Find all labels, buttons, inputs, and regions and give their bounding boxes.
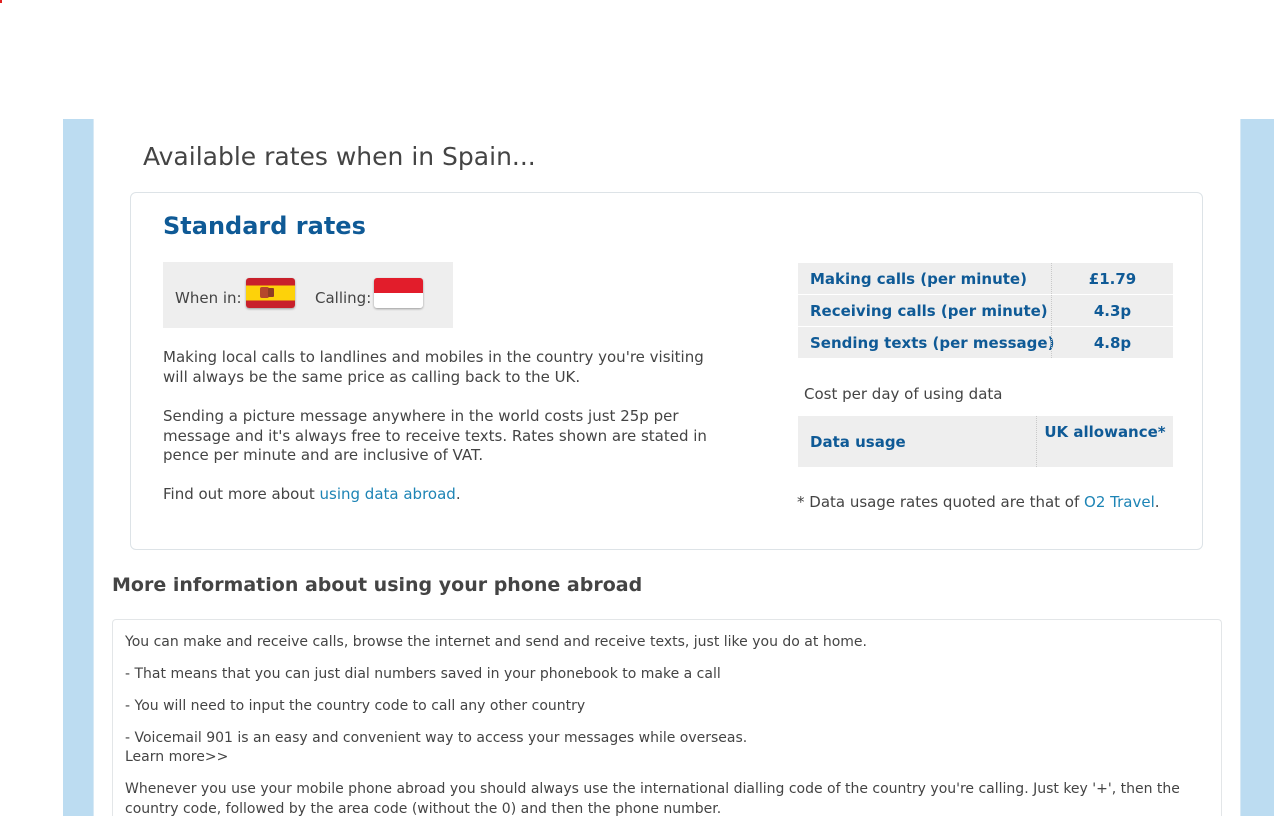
using-data-abroad-link[interactable]: using data abroad <box>320 485 456 503</box>
more-info-bullet-country-code: - You will need to input the country cod… <box>125 698 586 714</box>
calling-label: Calling: <box>315 289 372 307</box>
more-info-intro: You can make and receive calls, browse t… <box>125 634 867 650</box>
data-usage-value: UK allowance* <box>1036 416 1173 467</box>
more-info-bullet-voicemail: - Voicemail 901 is an easy and convenien… <box>125 730 748 746</box>
rate-label: Sending texts (per message) <box>810 334 1055 352</box>
standard-rates-heading: Standard rates <box>163 212 366 240</box>
learn-more-link[interactable]: Learn more>> <box>125 749 228 765</box>
picture-message-text: Sending a picture message anywhere in th… <box>163 407 707 464</box>
more-info-dialling-text: Whenever you use your mobile phone abroa… <box>125 781 1180 816</box>
data-abroad-prefix: Find out more about <box>163 485 320 503</box>
footnote-prefix: * Data usage rates quoted are that of <box>797 493 1085 511</box>
data-abroad-suffix: . <box>455 485 461 503</box>
data-abroad-text: Find out more about using data abroad. <box>163 485 723 505</box>
corner-marker <box>0 0 2 3</box>
local-calls-text: Making local calls to landlines and mobi… <box>163 348 704 386</box>
rate-value: 4.3p <box>1051 295 1173 326</box>
data-usage-label: Data usage <box>810 433 906 451</box>
o2-travel-link[interactable]: O2 Travel <box>1084 493 1155 511</box>
spain-flag-icon[interactable] <box>246 278 295 308</box>
rate-value: 4.8p <box>1051 327 1173 358</box>
left-rail <box>63 119 94 816</box>
page-title: Available rates when in Spain... <box>143 142 536 171</box>
data-usage-footnote: * Data usage rates quoted are that of O2… <box>797 493 1160 511</box>
data-cost-caption: Cost per day of using data <box>804 385 1003 403</box>
rate-row-sending-texts: Sending texts (per message) 4.8p <box>798 327 1173 358</box>
data-usage-row: Data usage UK allowance* <box>798 416 1173 467</box>
indonesia-flag-icon[interactable] <box>374 278 423 308</box>
rate-label: Making calls (per minute) <box>810 270 1027 288</box>
right-rail <box>1240 119 1274 816</box>
rate-value: £1.79 <box>1051 263 1173 294</box>
rate-row-making-calls: Making calls (per minute) £1.79 <box>798 263 1173 294</box>
rate-label: Receiving calls (per minute) <box>810 302 1048 320</box>
rate-row-receiving-calls: Receiving calls (per minute) 4.3p <box>798 295 1173 326</box>
more-info-heading: More information about using your phone … <box>112 574 643 596</box>
when-in-label: When in: <box>175 289 242 307</box>
footnote-suffix: . <box>1154 493 1160 511</box>
more-info-bullet-phonebook: - That means that you can just dial numb… <box>125 666 721 682</box>
country-selector-panel: When in: Calling: <box>163 262 453 328</box>
